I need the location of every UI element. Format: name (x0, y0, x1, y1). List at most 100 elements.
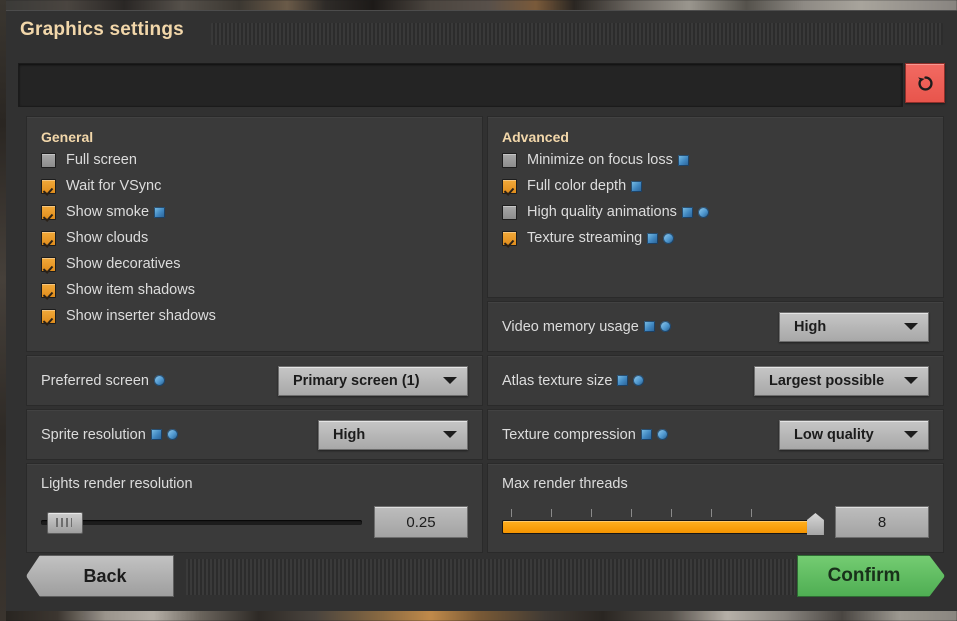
checkbox-row-high-quality-animations[interactable]: High quality animations (488, 199, 943, 225)
checkbox-row-show-inserter-shadows[interactable]: Show inserter shadows (27, 303, 482, 329)
checkbox-full-screen[interactable] (41, 152, 56, 168)
checkbox-label: Full screen (66, 152, 137, 168)
max-render-threads-block: Max render threads 8 (488, 464, 943, 552)
reset-arrow-icon (917, 75, 933, 91)
checkbox-show-inserter-shadows[interactable] (41, 308, 56, 324)
checkbox-label: High quality animations (527, 204, 677, 220)
restart-required-icon (647, 232, 659, 244)
slider-thumb[interactable] (806, 513, 824, 535)
video-memory-usage-label: Video memory usage (502, 318, 639, 335)
setting-row-sprite-resolution: Sprite resolution High (27, 410, 482, 459)
restart-required-icon (631, 180, 643, 192)
restart-required-icon (640, 428, 652, 440)
dropdown-value: High (333, 426, 366, 443)
texture-compression-dropdown[interactable]: Low quality (779, 419, 929, 450)
setting-label: Atlas texture size (502, 372, 645, 389)
checkbox-row-show-item-shadows[interactable]: Show item shadows (27, 277, 482, 303)
checkbox-label: Wait for VSync (66, 178, 162, 194)
advanced-panel: Advanced Minimize on focus loss Full col… (487, 116, 944, 298)
advanced-heading: Advanced (502, 129, 569, 145)
checkbox-minimize-on-focus-loss[interactable] (502, 152, 517, 168)
atlas-texture-size-dropdown[interactable]: Largest possible (754, 365, 929, 396)
checkbox-texture-streaming[interactable] (502, 230, 517, 246)
checkbox-row-full-screen[interactable]: Full screen (27, 147, 482, 173)
max-render-threads-panel: Max render threads 8 (487, 463, 944, 553)
performance-impact-icon (633, 374, 645, 386)
confirm-button[interactable]: Confirm (797, 555, 945, 597)
preferred-screen-dropdown[interactable]: Primary screen (1) (278, 365, 468, 396)
checkbox-full-color-depth[interactable] (502, 178, 517, 194)
advanced-column: Advanced Minimize on focus loss Full col… (487, 116, 944, 556)
settings-body: General Full screen Wait for VSync Show … (26, 116, 945, 556)
window-drag-handle[interactable] (211, 23, 943, 45)
general-column: General Full screen Wait for VSync Show … (26, 116, 483, 556)
setting-label: Video memory usage (502, 319, 671, 335)
preferred-screen-label: Preferred screen (41, 372, 149, 389)
checkbox-row-full-color-depth[interactable]: Full color depth (488, 173, 943, 199)
page-title: Graphics settings (20, 19, 184, 40)
lights-render-resolution-value[interactable]: 0.25 (374, 506, 468, 538)
video-memory-usage-dropdown[interactable]: High (779, 311, 929, 342)
checkbox-row-wait-for-vsync[interactable]: Wait for VSync (27, 173, 482, 199)
texture-compression-panel: Texture compression Low quality (487, 409, 944, 460)
atlas-texture-size-panel: Atlas texture size Largest possible (487, 355, 944, 406)
performance-impact-icon (154, 374, 165, 386)
title-bar: Graphics settings (6, 11, 957, 53)
search-row (18, 63, 945, 107)
max-render-threads-value[interactable]: 8 (835, 506, 929, 538)
checkbox-label: Show item shadows (66, 282, 195, 298)
lights-render-resolution-label: Lights render resolution (41, 476, 193, 492)
graphics-settings-dialog: Graphics settings General Full screen Wa… (6, 10, 957, 611)
slider-thumb[interactable] (47, 512, 84, 534)
restart-required-icon (150, 428, 162, 440)
checkbox-row-texture-streaming[interactable]: Texture streaming (488, 225, 943, 251)
max-render-threads-slider[interactable] (502, 509, 824, 535)
lights-render-resolution-slider[interactable] (41, 509, 362, 535)
sprite-resolution-dropdown[interactable]: High (318, 419, 468, 450)
checkbox-show-item-shadows[interactable] (41, 282, 56, 298)
checkbox-show-decoratives[interactable] (41, 256, 56, 272)
video-memory-usage-panel: Video memory usage High (487, 301, 944, 352)
dropdown-value: High (794, 318, 827, 335)
advanced-checkbox-list: Minimize on focus loss Full color depth … (488, 147, 943, 251)
performance-impact-icon (166, 428, 178, 440)
setting-label: Texture compression (502, 427, 668, 443)
general-checkbox-list: Full screen Wait for VSync Show smoke Sh… (27, 147, 482, 329)
checkbox-high-quality-animations[interactable] (502, 204, 517, 220)
checkbox-label: Show decoratives (66, 256, 181, 272)
setting-label: Sprite resolution (41, 427, 178, 443)
checkbox-label: Show clouds (66, 230, 149, 246)
search-input[interactable] (18, 63, 903, 107)
general-panel: General Full screen Wait for VSync Show … (26, 116, 483, 352)
checkbox-label: Full color depth (527, 178, 627, 194)
performance-impact-icon (697, 206, 709, 218)
checkbox-wait-for-vsync[interactable] (41, 178, 56, 194)
sprite-resolution-label: Sprite resolution (41, 426, 146, 443)
max-render-threads-controls: 8 (502, 506, 929, 538)
chevron-down-icon (904, 323, 918, 330)
checkbox-label: Minimize on focus loss (527, 152, 673, 168)
checkbox-row-show-clouds[interactable]: Show clouds (27, 225, 482, 251)
back-button[interactable]: Back (26, 555, 174, 597)
slider-ticks (502, 509, 809, 518)
performance-impact-icon (663, 232, 675, 244)
checkbox-row-show-decoratives[interactable]: Show decoratives (27, 251, 482, 277)
checkbox-label: Texture streaming (527, 230, 643, 246)
restart-required-icon (681, 206, 693, 218)
atlas-texture-size-label: Atlas texture size (502, 372, 613, 389)
setting-row-texture-compression: Texture compression Low quality (488, 410, 943, 459)
dialog-footer: Back Confirm (18, 555, 945, 599)
dropdown-value: Primary screen (1) (293, 372, 420, 389)
checkbox-row-minimize-on-focus-loss[interactable]: Minimize on focus loss (488, 147, 943, 173)
footer-filler (186, 559, 795, 595)
confirm-button-label: Confirm (827, 565, 901, 586)
reset-to-default-button[interactable] (905, 63, 945, 103)
checkbox-show-clouds[interactable] (41, 230, 56, 246)
lights-render-resolution-controls: 0.25 (41, 506, 468, 538)
chevron-down-icon (443, 377, 457, 384)
checkbox-row-show-smoke[interactable]: Show smoke (27, 199, 482, 225)
preferred-screen-panel: Preferred screen Primary screen (1) (26, 355, 483, 406)
restart-required-icon (154, 206, 166, 218)
back-button-label: Back (83, 565, 127, 586)
checkbox-show-smoke[interactable] (41, 204, 56, 220)
